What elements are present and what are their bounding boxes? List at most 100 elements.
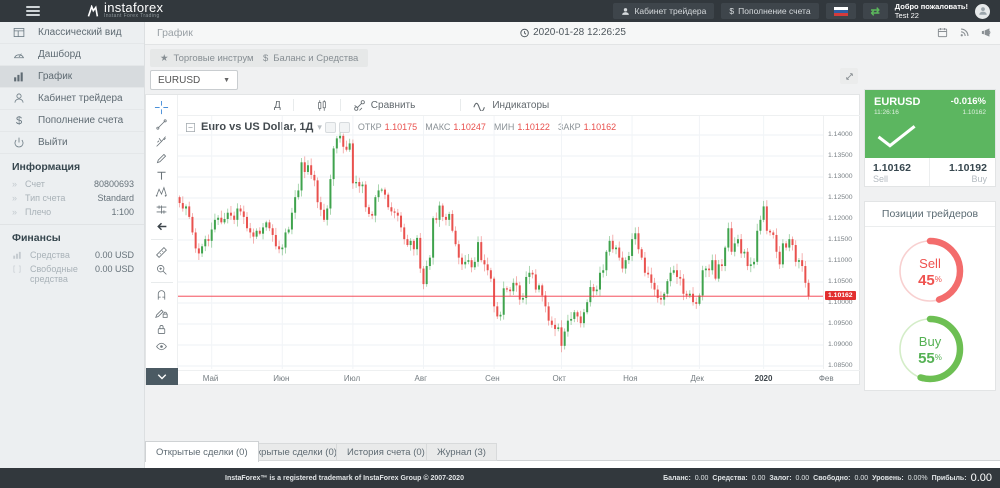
hide-all-tool[interactable] [150, 338, 174, 355]
tab-journal[interactable]: Журнал (3) [426, 443, 497, 461]
crosshair-tool[interactable] [150, 99, 174, 116]
tab-account-history[interactable]: История счета (0) [336, 443, 436, 461]
compare-button[interactable]: Сравнить [353, 99, 416, 112]
price-axis-label: 1.13500 [828, 152, 853, 159]
text-tool[interactable] [150, 167, 174, 184]
price-axis-label: 1.09000 [828, 341, 853, 348]
instaforex-logo[interactable]: instaforex Instant Forex Trading [86, 3, 163, 19]
chart-container: Д Сравнить Индикаторы Euro vs US Dollar,… [145, 94, 860, 385]
logo-mark-icon [86, 5, 99, 18]
server-time: 2020-01-28 12:26:25 [519, 27, 626, 38]
dashboard-icon [12, 48, 26, 61]
lock-all-tool[interactable] [150, 321, 174, 338]
buy-price: 1.10192 [938, 162, 987, 174]
buy-quote-cell[interactable]: 1.10192 Buy [930, 158, 995, 186]
bars-icon [12, 250, 22, 260]
trend-line-tool[interactable] [150, 116, 174, 133]
rss-icon[interactable] [959, 27, 970, 38]
trend-line-icon [155, 118, 168, 131]
quote-price: 1.10162 [963, 109, 987, 116]
time-axis-label: Ноя [623, 374, 638, 383]
sidebar-item-chart[interactable]: График [0, 66, 144, 88]
dollar-icon: $ [12, 115, 26, 127]
measure-tool[interactable] [150, 244, 174, 261]
pattern-tool[interactable] [150, 184, 174, 201]
sidebar: Классический вид Дашборд График Кабинет … [0, 22, 145, 468]
chevron-down-icon [156, 373, 168, 381]
sidebar-item-dashboard[interactable]: Дашборд [0, 44, 144, 66]
candles-icon [316, 99, 328, 112]
trader-cabinet-button[interactable]: Кабинет трейдера [613, 3, 714, 19]
time-axis-label: Май [203, 374, 219, 383]
price-axis-label: 1.12500 [828, 194, 853, 201]
tab-open-trades[interactable]: Открытые сделки (0) [145, 441, 259, 462]
drawing-lock-tool[interactable] [150, 304, 174, 321]
collapse-toolbar-button[interactable] [146, 368, 178, 385]
hamburger-menu-icon[interactable] [26, 6, 40, 16]
candlestick-chart[interactable] [178, 116, 823, 369]
fullscreen-button[interactable] [840, 68, 858, 84]
quote-ticker[interactable]: EURUSD 11:26:16 -0.016% 1.10162 [865, 90, 995, 158]
sidebar-item-trader-cabinet[interactable]: Кабинет трейдера [0, 88, 144, 110]
price-axis-label: 1.12000 [828, 215, 853, 222]
power-icon [12, 136, 26, 149]
quote-change: -0.016% [951, 96, 986, 107]
avatar[interactable] [975, 4, 990, 19]
brush-tool[interactable] [150, 150, 174, 167]
svg-text:55%: 55% [918, 350, 942, 367]
time-axis[interactable]: МайИюнИюлАвгСенОктНояДек2020Фев [178, 370, 860, 385]
time-axis-label: Фев [819, 374, 834, 383]
finance-row-free-funds: Свободные средства 0.00 USD [0, 262, 144, 286]
chevron-right-icon: » [12, 179, 17, 189]
bottom-tabs: Открытые сделки (0) Закрытые сделки (0) … [145, 441, 1000, 461]
language-flag-button[interactable] [826, 3, 856, 19]
left-arrow-icon [155, 220, 168, 233]
price-axis[interactable]: 1.085001.090001.095001.100001.105001.110… [823, 116, 860, 369]
zoom-in-tool[interactable] [150, 261, 174, 278]
trader-positions-card: Позиции трейдеров Sell 45% Buy 55% [865, 202, 995, 390]
time-axis-label: Июл [344, 374, 360, 383]
magnet-tool[interactable] [150, 287, 174, 304]
prediction-tool[interactable] [150, 201, 174, 218]
symbol-select[interactable]: EURUSD▼ [150, 70, 238, 90]
footer: InstaForex™ is a registered trademark of… [0, 468, 1000, 488]
avatar-person-icon [978, 6, 988, 16]
price-axis-label: 1.08500 [828, 362, 853, 369]
price-axis-label: 1.11000 [828, 257, 852, 264]
info-row-account-type: » Тип счета Standard [0, 191, 144, 205]
person-icon [621, 7, 630, 16]
pitchfork-tool[interactable] [150, 133, 174, 150]
current-price-tag: 1.10162 [825, 291, 856, 300]
time-axis-label: Июн [273, 374, 289, 383]
interval-button[interactable]: Д [274, 100, 281, 111]
exchange-arrows-icon: ⇄ [871, 5, 880, 18]
megaphone-icon[interactable] [980, 27, 992, 38]
sidebar-item-logout[interactable]: Выйти [0, 132, 144, 154]
positions-title: Позиции трейдеров [865, 202, 995, 227]
xabcd-pattern-icon [155, 186, 168, 199]
calendar-icon[interactable] [937, 27, 948, 38]
balance-funds-button[interactable]: $Баланс и Средства [253, 49, 368, 67]
clock-icon [519, 28, 529, 38]
footer-trademark: InstaForex™ is a registered trademark of… [225, 475, 464, 482]
padlock-icon [155, 323, 168, 336]
sidebar-item-deposit[interactable]: $ Пополнение счета [0, 110, 144, 132]
chart-toolbar: Д Сравнить Индикаторы [178, 95, 860, 116]
chevron-right-icon: » [12, 207, 17, 217]
quote-time: 11:26:16 [874, 109, 899, 116]
deposit-button[interactable]: $ Пополнение счета [721, 3, 818, 19]
wave-icon [473, 100, 487, 111]
page-strip: График 2020-01-28 12:26:25 [145, 22, 1000, 45]
footer-stats: Баланс:0.00Средства:0.00Залог:0.00Свобод… [663, 472, 992, 484]
price-axis-label: 1.10500 [828, 278, 853, 285]
sidebar-item-classic-view[interactable]: Классический вид [0, 22, 144, 44]
page-title: График [157, 27, 193, 39]
arrow-marker-tool[interactable] [150, 218, 174, 235]
logo-subtitle: Instant Forex Trading [104, 13, 163, 19]
exchange-button[interactable]: ⇄ [863, 3, 888, 19]
sell-quote-cell[interactable]: 1.10162 Sell [865, 158, 930, 186]
chart-type-button[interactable] [316, 99, 328, 112]
indicators-button[interactable]: Индикаторы [473, 100, 549, 111]
russian-flag-icon [834, 7, 848, 16]
buy-donut: Buy 55% [893, 312, 967, 386]
